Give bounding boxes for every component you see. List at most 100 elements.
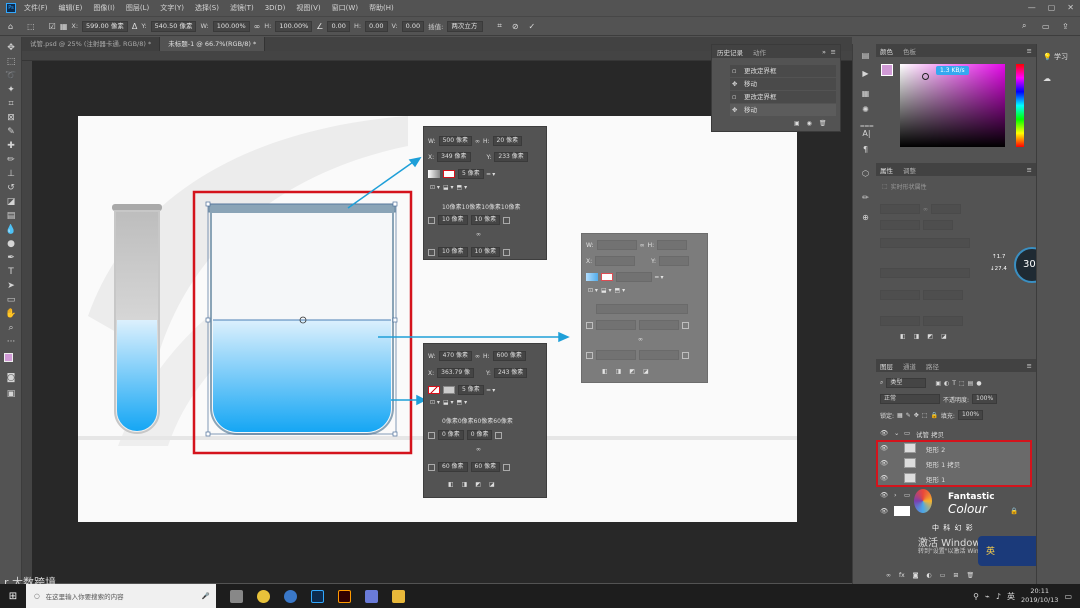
warp-icon[interactable]: ⌗: [497, 21, 502, 31]
y-field[interactable]: 243 像素: [493, 368, 528, 378]
stroke-style-icon[interactable]: ━ ▾: [487, 387, 496, 394]
corner-bl-field[interactable]: 10 像素: [438, 247, 468, 257]
prop-field-c4[interactable]: [923, 316, 963, 326]
eyedropper-tool-icon[interactable]: ✎: [5, 127, 17, 138]
more-tools-icon[interactable]: ···: [5, 337, 17, 348]
path-op-exclude-icon[interactable]: ◪: [489, 481, 495, 488]
align-icon[interactable]: ⊡ ▾: [430, 399, 440, 406]
microphone-icon[interactable]: 🎤: [202, 592, 210, 600]
photoshop-taskbar-icon[interactable]: [311, 589, 324, 603]
character-icon[interactable]: A|: [861, 128, 872, 139]
ime-indicator[interactable]: 英: [1007, 591, 1015, 602]
taskbar-search[interactable]: ○ 在这里输入你要搜索的内容 🎤: [26, 584, 216, 608]
stroke-width-field[interactable]: 5 像素: [458, 169, 484, 179]
corner-link-icon[interactable]: ∞: [476, 446, 481, 453]
people-icon[interactable]: ⚲: [973, 592, 979, 601]
maximize-icon[interactable]: ▢: [1048, 3, 1056, 12]
share-icon[interactable]: ⇪: [1062, 22, 1069, 31]
join-icon[interactable]: ⬒ ▾: [615, 287, 626, 294]
path-op-intersect-icon[interactable]: ◩: [629, 368, 635, 375]
corner-tl-faded[interactable]: [596, 320, 636, 330]
tab-adjustments[interactable]: 调整: [903, 165, 916, 175]
link-icon[interactable]: ∞: [475, 353, 480, 360]
hue-slider[interactable]: [1016, 64, 1024, 147]
stroke-width-field[interactable]: 5 像素: [458, 385, 484, 395]
link-icon[interactable]: ∞: [254, 22, 261, 31]
filter-smart-icon[interactable]: ▤: [968, 380, 974, 387]
volume-icon[interactable]: ♪: [996, 592, 1001, 601]
path-op-combine-icon[interactable]: ◧: [602, 368, 608, 375]
zoom-tool-icon[interactable]: ⌕: [5, 323, 17, 334]
panel-menu-icon[interactable]: ≡: [1027, 47, 1032, 55]
prop-field-y[interactable]: [923, 220, 953, 230]
filter-type-icon[interactable]: T: [952, 380, 956, 387]
layer-group-row[interactable]: 👁 ⌄ ▭ 试管 拷贝: [876, 426, 1030, 441]
x-field-faded[interactable]: [595, 256, 636, 266]
network-icon[interactable]: ⌁: [985, 592, 990, 601]
chevron-right-icon[interactable]: ›: [894, 491, 897, 499]
brush-tool-icon[interactable]: ✏: [5, 155, 17, 166]
new-snapshot-icon[interactable]: ▣: [794, 120, 800, 127]
screen-mode-icon[interactable]: ▣: [5, 389, 17, 400]
y-input[interactable]: 540.50 像素: [150, 20, 197, 32]
prop-field-w[interactable]: [880, 204, 920, 214]
tab-paths[interactable]: 路径: [926, 361, 939, 371]
quick-mask-icon[interactable]: ◙: [5, 373, 17, 384]
link-layers-icon[interactable]: ∞: [886, 572, 891, 579]
opacity-field[interactable]: 100%: [972, 394, 998, 404]
w-field-faded[interactable]: [596, 240, 637, 250]
corner-tr-field[interactable]: 10 像素: [470, 215, 501, 225]
lock-pixels-icon[interactable]: ▦: [897, 412, 903, 419]
y-field-faded[interactable]: [659, 256, 690, 266]
link-icon[interactable]: ∞: [640, 242, 645, 249]
menu-3d[interactable]: 3D(D): [265, 4, 286, 12]
cap-icon[interactable]: ⬓ ▾: [443, 399, 454, 406]
path-op-exclude-icon[interactable]: ◪: [643, 368, 649, 375]
panel-menu-icon[interactable]: ≡: [1027, 362, 1032, 370]
path-op-subtract-icon[interactable]: ◨: [462, 481, 468, 488]
tab-history[interactable]: 历史记录: [717, 47, 743, 57]
history-item[interactable]: ▫ 更改定界框: [730, 91, 836, 103]
h-field-faded[interactable]: [657, 240, 688, 250]
text-tool-icon[interactable]: T: [5, 267, 17, 278]
corner-tr-faded[interactable]: [639, 320, 679, 330]
path-op-combine-icon[interactable]: ◧: [900, 333, 906, 340]
filter-toggle-icon[interactable]: ●: [976, 380, 981, 387]
prop-field-c1[interactable]: [880, 290, 920, 300]
tab-channels[interactable]: 通道: [903, 361, 916, 371]
menu-help[interactable]: 帮助(H): [369, 3, 394, 13]
menu-select[interactable]: 选择(S): [195, 3, 219, 13]
tab-properties[interactable]: 属性: [880, 165, 893, 175]
corner-bl-field[interactable]: 60 像素: [438, 462, 468, 472]
x-input[interactable]: 599.00 像素: [82, 20, 128, 32]
stroke-style-icon[interactable]: ━ ▾: [487, 171, 496, 178]
home-icon[interactable]: ⌂: [8, 22, 13, 31]
color-picker-field[interactable]: [900, 64, 1005, 147]
panel-menu-icon[interactable]: ≡: [831, 48, 836, 56]
path-op-intersect-icon[interactable]: ◩: [475, 481, 481, 488]
marquee-tool-icon[interactable]: ⬚: [5, 57, 17, 68]
cap-icon[interactable]: ⬓ ▾: [443, 184, 454, 191]
vskew-input[interactable]: 0.00: [401, 20, 425, 32]
panel-collapse-icon[interactable]: »: [822, 48, 826, 56]
shape-tool-icon[interactable]: ▭: [5, 295, 17, 306]
adjustment-icon[interactable]: ◐: [927, 572, 932, 579]
corner-br-field[interactable]: 10 像素: [470, 247, 501, 257]
camera-icon[interactable]: ◉: [807, 120, 812, 127]
corner-tl-field[interactable]: 0 像素: [438, 430, 464, 440]
foreground-color-swatch[interactable]: [4, 353, 13, 362]
stroke-swatch[interactable]: [443, 386, 455, 394]
file-explorer-icon[interactable]: [392, 589, 405, 603]
blur-tool-icon[interactable]: 💧: [5, 225, 17, 236]
notifications-icon[interactable]: ▭: [1064, 592, 1072, 601]
tab-test-tube-psd[interactable]: 试管.psd @ 25% (注射器卡通, RGB/8) *: [22, 37, 161, 51]
w-field[interactable]: 500 像素: [438, 136, 472, 146]
clone-source-icon[interactable]: ⊕: [860, 212, 871, 223]
reference-point-icon[interactable]: ▦: [60, 22, 68, 31]
chevron-down-icon[interactable]: ⌄: [894, 429, 899, 437]
dodge-tool-icon[interactable]: ●: [5, 239, 17, 250]
filter-shape-icon[interactable]: ⬚: [959, 380, 965, 387]
join-icon[interactable]: ⬒ ▾: [457, 184, 468, 191]
foreground-color-swatch[interactable]: [881, 64, 893, 76]
corner-link-icon[interactable]: ∞: [476, 231, 481, 238]
